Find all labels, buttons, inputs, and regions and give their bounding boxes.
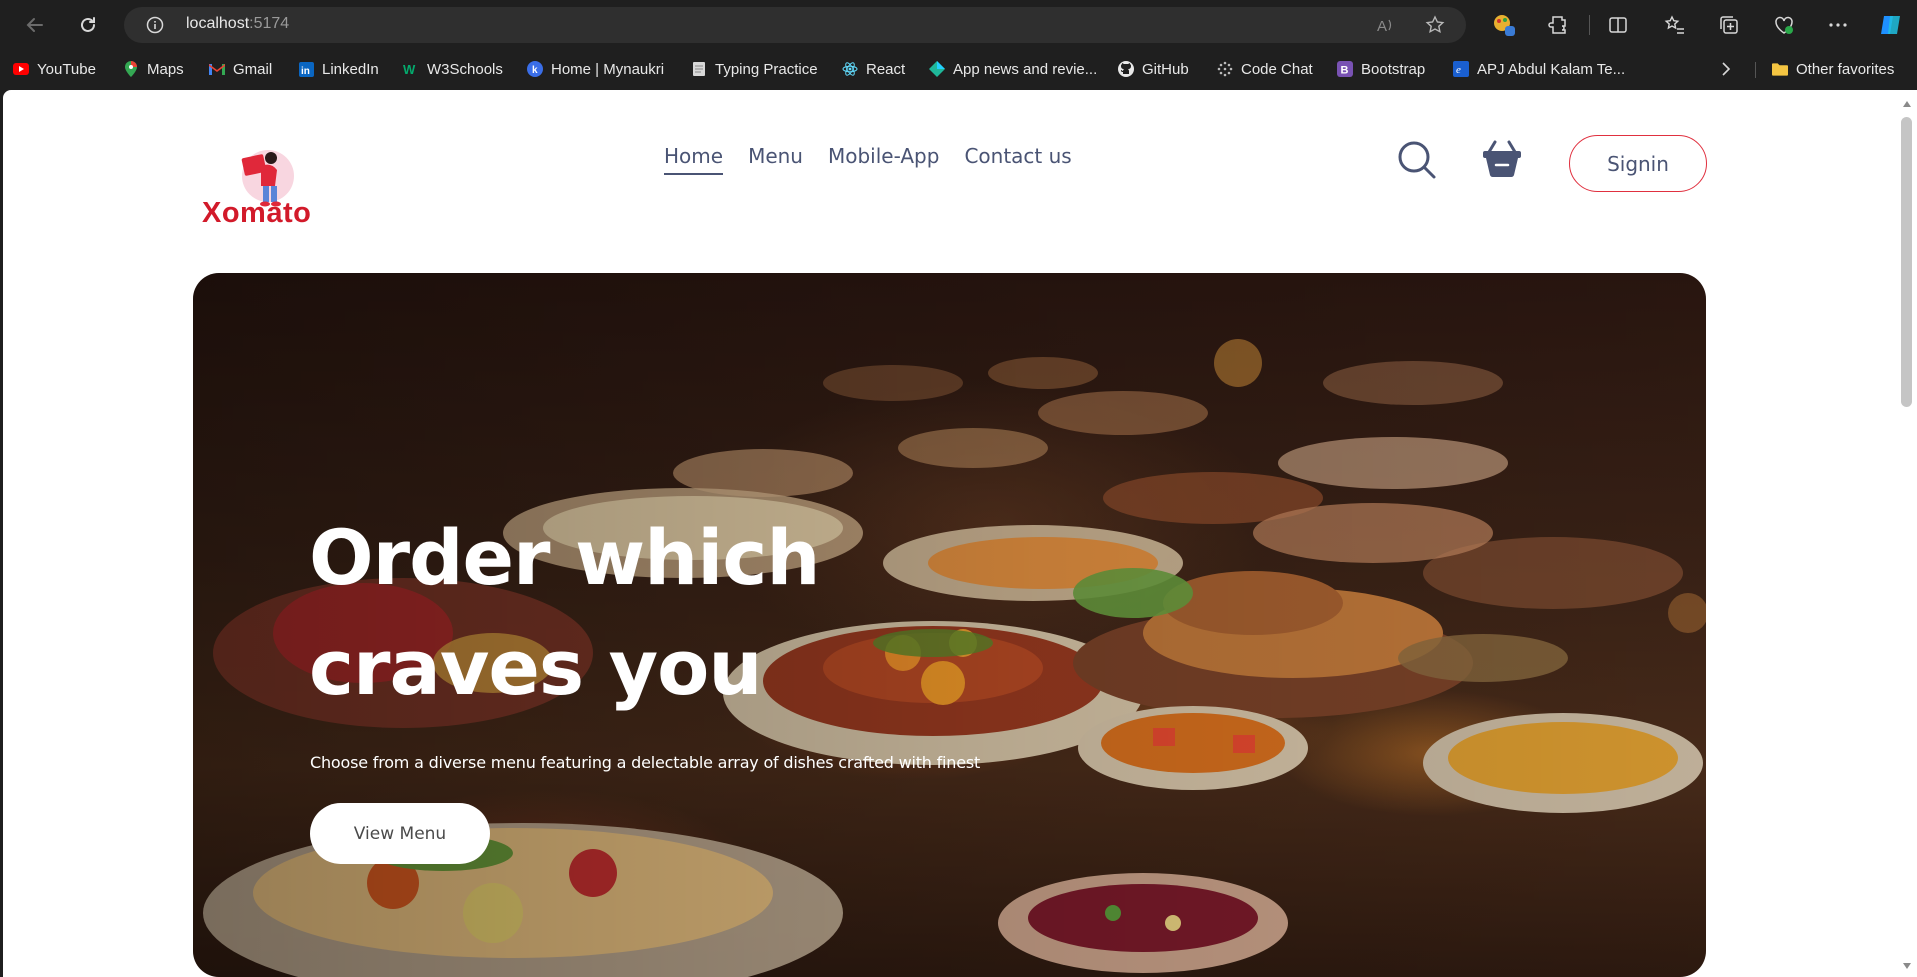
browser-essentials-icon[interactable] <box>1771 12 1797 38</box>
bookmark-label: Bootstrap <box>1361 60 1426 78</box>
copilot-icon[interactable] <box>1878 12 1904 38</box>
youtube-icon <box>13 61 29 77</box>
other-favorites-label: Other favorites <box>1796 60 1895 78</box>
signin-button[interactable]: Signin <box>1569 135 1707 192</box>
bookmark-label: Typing Practice <box>715 60 818 78</box>
linkedin-icon: in <box>298 61 314 77</box>
more-options-icon[interactable] <box>1825 12 1851 38</box>
nav-home[interactable]: Home <box>664 144 724 175</box>
bookmark-react[interactable]: React <box>842 58 905 80</box>
svg-text:A: A <box>1377 18 1387 35</box>
bookmark-app-news[interactable]: App news and revie... <box>929 58 1097 80</box>
back-arrow-icon <box>26 18 43 32</box>
svg-text:k: k <box>532 65 538 76</box>
hero-banner: Order which craves you Choose from a div… <box>193 273 1706 977</box>
address-bar[interactable]: localhost:5174 A <box>124 7 1466 43</box>
typing-icon <box>691 61 707 77</box>
collections-icon[interactable] <box>1716 12 1742 38</box>
hero-title: Order which craves you <box>309 513 821 712</box>
w3schools-icon: W <box>403 61 419 77</box>
bookmark-label: React <box>866 60 906 78</box>
split-screen-icon[interactable] <box>1605 12 1631 38</box>
react-icon <box>842 61 858 77</box>
bookmark-maps[interactable]: Maps <box>123 58 184 80</box>
bookmarks-divider <box>1755 62 1756 78</box>
bookmark-mynaukri[interactable]: k Home | Mynaukri <box>527 58 664 80</box>
page-viewport: Xomato Home Menu Mobile-App Contact us S… <box>3 90 1898 977</box>
bookmarks-overflow-button[interactable] <box>1718 58 1734 80</box>
extensions-icon[interactable] <box>1546 12 1572 38</box>
bookmark-label: APJ Abdul Kalam Te... <box>1477 60 1626 78</box>
extension-palette-icon[interactable] <box>1491 12 1517 38</box>
chevron-right-icon <box>1718 61 1734 77</box>
main-nav: Home Menu Mobile-App Contact us <box>664 144 1072 175</box>
favorite-star-icon[interactable] <box>1425 15 1445 35</box>
bookmark-bootstrap[interactable]: B Bootstrap <box>1337 58 1425 80</box>
scrollbar-thumb[interactable] <box>1901 117 1912 407</box>
bookmark-label: Home | Mynaukri <box>551 60 665 78</box>
bookmark-github[interactable]: GitHub <box>1118 58 1189 80</box>
view-menu-button[interactable]: View Menu <box>310 803 490 864</box>
back-button[interactable] <box>20 10 50 40</box>
site-info-icon[interactable] <box>146 16 164 34</box>
bookmark-gmail[interactable]: Gmail <box>209 58 272 80</box>
nav-menu[interactable]: Menu <box>748 144 803 175</box>
svg-text:e: e <box>1456 64 1461 76</box>
bookmark-label: LinkedIn <box>322 60 379 78</box>
bookmark-typing-practice[interactable]: Typing Practice <box>691 58 818 80</box>
bookmark-youtube[interactable]: YouTube <box>13 58 96 80</box>
bookmark-linkedin[interactable]: in LinkedIn <box>298 58 379 80</box>
bookmark-label: Gmail <box>233 60 273 78</box>
bookmark-code-chat[interactable]: Code Chat <box>1217 58 1313 80</box>
browser-toolbar: localhost:5174 A <box>0 0 1917 50</box>
hero-subtitle: Choose from a diverse menu featuring a d… <box>310 753 981 772</box>
folder-icon <box>1772 61 1788 77</box>
bookmark-label: App news and revie... <box>953 60 1098 78</box>
toolbar-divider <box>1589 15 1590 35</box>
maps-icon <box>123 61 139 77</box>
scroll-up-icon[interactable] <box>1902 100 1912 108</box>
code-chat-icon <box>1217 61 1233 77</box>
logo-text[interactable]: Xomato <box>202 197 311 230</box>
bookmark-label: YouTube <box>37 60 96 78</box>
reload-icon <box>81 17 95 32</box>
bookmark-label: Code Chat <box>1241 60 1313 78</box>
github-icon <box>1118 61 1134 77</box>
app-news-icon <box>929 61 945 77</box>
svg-text:in: in <box>301 66 310 77</box>
nav-contact-us[interactable]: Contact us <box>964 144 1071 175</box>
svg-text:W: W <box>403 62 416 76</box>
svg-text:B: B <box>1341 65 1349 77</box>
mynaukri-icon: k <box>527 61 543 77</box>
bootstrap-icon: B <box>1337 61 1353 77</box>
nav-mobile-app[interactable]: Mobile-App <box>828 144 939 175</box>
bookmark-label: Maps <box>147 60 184 78</box>
bookmark-label: W3Schools <box>427 60 503 78</box>
apj-icon: e <box>1453 61 1469 77</box>
search-icon[interactable] <box>1397 140 1437 180</box>
favorites-icon[interactable] <box>1662 12 1688 38</box>
gmail-icon <box>209 61 225 77</box>
scroll-down-icon[interactable] <box>1902 962 1912 970</box>
other-favorites-folder[interactable]: Other favorites <box>1772 58 1894 80</box>
url-text[interactable]: localhost:5174 <box>186 15 289 33</box>
read-aloud-icon[interactable]: A <box>1376 15 1396 35</box>
bookmark-apj[interactable]: e APJ Abdul Kalam Te... <box>1453 58 1625 80</box>
bookmark-w3schools[interactable]: W W3Schools <box>403 58 503 80</box>
bookmark-label: GitHub <box>1142 60 1189 78</box>
bookmarks-bar: YouTube Maps Gmail in LinkedIn W W3Schoo… <box>0 50 1917 88</box>
basket-icon[interactable] <box>1481 138 1523 178</box>
reload-button[interactable] <box>73 10 103 40</box>
